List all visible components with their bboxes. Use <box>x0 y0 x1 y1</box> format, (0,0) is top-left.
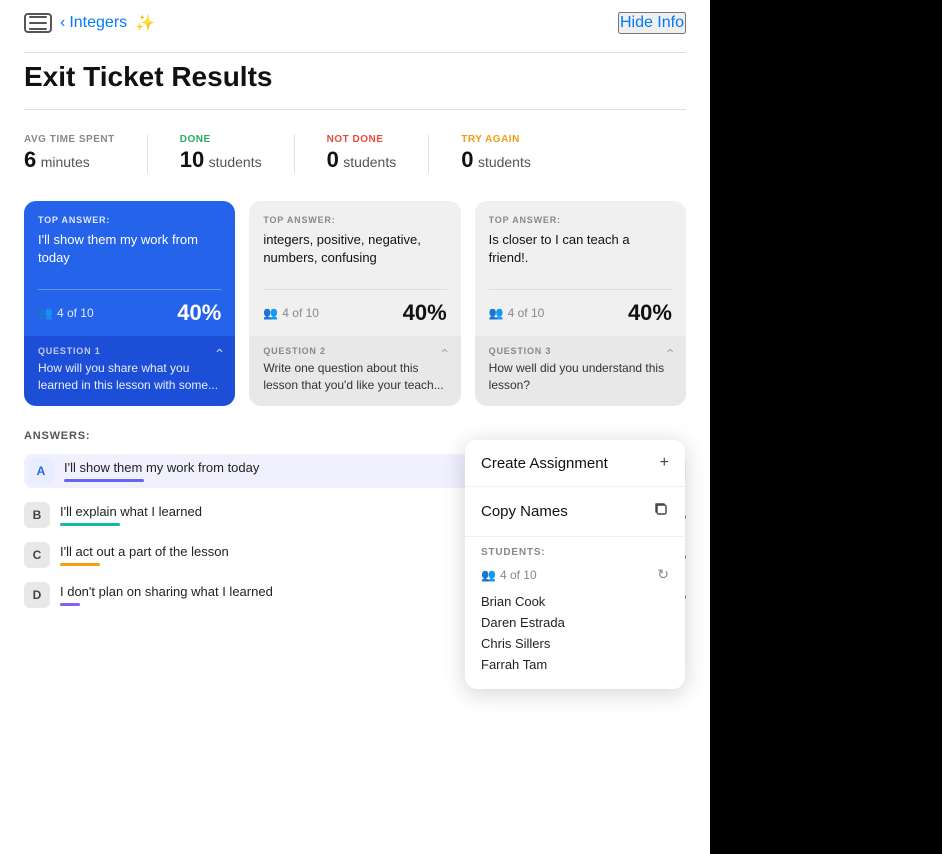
card-2-percent: 40% <box>403 300 447 326</box>
question-card-2[interactable]: TOP ANSWER: integers, positive, negative… <box>249 201 460 406</box>
card-2-bottom: QUESTION 2 Write one question about this… <box>249 336 460 406</box>
stat-done-unit: students <box>209 154 262 170</box>
card-2-top-answer-label: TOP ANSWER: <box>263 215 446 225</box>
chevron-left-icon: ‹ <box>60 14 65 32</box>
answer-bar-a <box>64 479 144 482</box>
chevron-up-icon-3: ⌃ <box>664 346 676 363</box>
student-name-4: Farrah Tam <box>481 654 669 675</box>
card-1-divider <box>38 289 221 290</box>
card-2-stats: 👥 4 of 10 40% <box>263 300 446 326</box>
answer-letter-d: D <box>24 582 50 608</box>
card-3-count-text: 4 of 10 <box>508 306 545 320</box>
card-2-top-answer-text: integers, positive, negative, numbers, c… <box>263 231 446 279</box>
card-3-bottom: QUESTION 3 How well did you understand t… <box>475 336 686 406</box>
stat-avg-time-value: 6 <box>24 147 36 172</box>
card-1-question-text: How will you share what you learned in t… <box>38 360 221 394</box>
card-1-question-label: QUESTION 1 <box>38 346 221 356</box>
breadcrumb-text: Integers <box>69 14 127 32</box>
card-1-stats: 👥 4 of 10 40% <box>38 300 221 326</box>
page-title: Exit Ticket Results <box>24 61 686 93</box>
card-1-top: TOP ANSWER: I'll show them my work from … <box>24 201 235 336</box>
student-name-3: Chris Sillers <box>481 633 669 654</box>
card-1-percent: 40% <box>177 300 221 326</box>
stat-avg-time-label: AVG TIME SPENT <box>24 134 115 145</box>
chevron-up-icon-1: ⌃ <box>214 346 226 363</box>
students-count: 👥 4 of 10 <box>481 568 537 582</box>
people-icon-1: 👥 <box>38 306 53 320</box>
card-3-question-label: QUESTION 3 <box>489 346 672 356</box>
top-bar-left: ‹ Integers ✨ <box>24 13 155 33</box>
answer-bar-b <box>60 523 120 526</box>
sidebar-toggle-button[interactable] <box>24 13 52 33</box>
card-3-divider <box>489 289 672 290</box>
answer-letter-a: A <box>28 458 54 484</box>
stat-try-again-value: 0 <box>461 147 473 172</box>
card-3-stats: 👥 4 of 10 40% <box>489 300 672 326</box>
card-3-top-answer-label: TOP ANSWER: <box>489 215 672 225</box>
stat-done-value: 10 <box>180 147 204 172</box>
card-2-divider <box>263 289 446 290</box>
card-2-count: 👥 4 of 10 <box>263 306 319 320</box>
stat-avg-time-unit: minutes <box>41 154 90 170</box>
card-2-top: TOP ANSWER: integers, positive, negative… <box>249 201 460 336</box>
cards-row: TOP ANSWER: I'll show them my work from … <box>24 201 686 406</box>
stat-not-done-unit: students <box>343 154 396 170</box>
card-3-top: TOP ANSWER: Is closer to I can teach a f… <box>475 201 686 336</box>
copy-icon <box>653 501 669 522</box>
copy-names-item[interactable]: Copy Names <box>465 487 685 537</box>
refresh-icon[interactable]: ↻ <box>657 566 669 583</box>
card-3-question-text: How well did you understand this lesson? <box>489 360 672 394</box>
stat-not-done-value: 0 <box>327 147 339 172</box>
card-3-count: 👥 4 of 10 <box>489 306 545 320</box>
card-1-top-answer-label: TOP ANSWER: <box>38 215 221 225</box>
stat-not-done: NOT DONE 0 students <box>327 134 430 173</box>
card-1-top-answer-text: I'll show them my work from today <box>38 231 221 279</box>
chevron-up-icon-2: ⌃ <box>439 346 451 363</box>
students-count-text: 4 of 10 <box>500 568 537 582</box>
students-count-row: 👥 4 of 10 ↻ <box>481 566 669 583</box>
create-assignment-label: Create Assignment <box>481 455 608 472</box>
stats-row: AVG TIME SPENT 6 minutes DONE 10 student… <box>24 118 686 185</box>
stat-avg-time: AVG TIME SPENT 6 minutes <box>24 134 148 173</box>
student-name-2: Daren Estrada <box>481 612 669 633</box>
plus-icon: + <box>660 454 669 472</box>
card-1-count-text: 4 of 10 <box>57 306 94 320</box>
sparkle-icon: ✨ <box>135 13 155 33</box>
main-panel: ‹ Integers ✨ Hide Info Exit Ticket Resul… <box>0 0 710 854</box>
card-3-percent: 40% <box>628 300 672 326</box>
people-icon-3: 👥 <box>489 306 504 320</box>
question-card-1[interactable]: TOP ANSWER: I'll show them my work from … <box>24 201 235 406</box>
question-card-3[interactable]: TOP ANSWER: Is closer to I can teach a f… <box>475 201 686 406</box>
back-button[interactable]: ‹ Integers <box>60 14 127 32</box>
answer-letter-c: C <box>24 542 50 568</box>
stat-try-again: TRY AGAIN 0 students <box>461 134 563 173</box>
students-panel: STUDENTS: 👥 4 of 10 ↻ Brian Cook Daren E… <box>465 537 685 689</box>
card-1-bottom: QUESTION 1 How will you share what you l… <box>24 336 235 406</box>
answer-letter-b: B <box>24 502 50 528</box>
card-3-top-answer-text: Is closer to I can teach a friend!. <box>489 231 672 279</box>
students-people-icon: 👥 <box>481 568 496 582</box>
title-divider <box>24 109 686 110</box>
card-1-count: 👥 4 of 10 <box>38 306 94 320</box>
student-name-1: Brian Cook <box>481 591 669 612</box>
popup-menu: Create Assignment + Copy Names STUDENTS:… <box>465 440 685 689</box>
card-2-count-text: 4 of 10 <box>282 306 319 320</box>
copy-names-label: Copy Names <box>481 503 568 520</box>
people-icon-2: 👥 <box>263 306 278 320</box>
top-divider <box>24 52 686 53</box>
answer-bar-d <box>60 603 80 606</box>
hide-info-button[interactable]: Hide Info <box>618 12 686 34</box>
students-section-label: STUDENTS: <box>481 547 669 558</box>
stat-try-again-unit: students <box>478 154 531 170</box>
answer-bar-c <box>60 563 100 566</box>
stat-done: DONE 10 students <box>180 134 295 173</box>
create-assignment-item[interactable]: Create Assignment + <box>465 440 685 487</box>
card-2-question-text: Write one question about this lesson tha… <box>263 360 446 394</box>
stat-try-again-label: TRY AGAIN <box>461 134 531 145</box>
stat-not-done-label: NOT DONE <box>327 134 397 145</box>
stat-done-label: DONE <box>180 134 262 145</box>
card-2-question-label: QUESTION 2 <box>263 346 446 356</box>
top-bar: ‹ Integers ✨ Hide Info <box>24 0 686 44</box>
